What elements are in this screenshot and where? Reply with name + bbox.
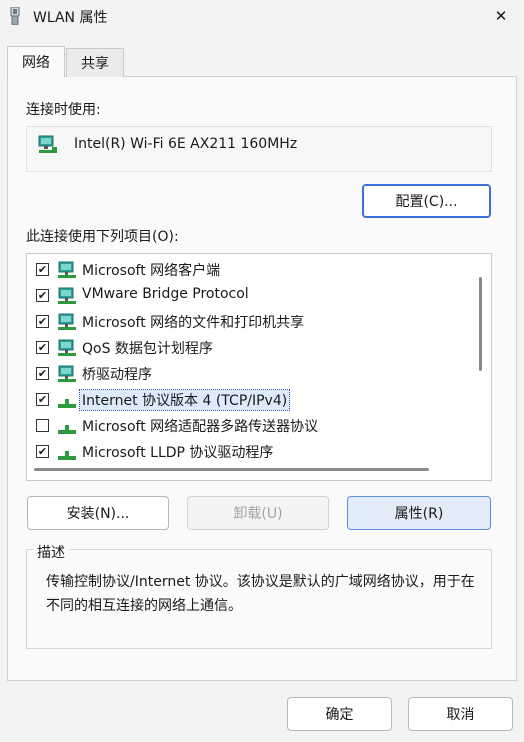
item-label: Microsoft 网络客户端: [82, 263, 221, 279]
connect-using-label: 连接时使用:: [26, 102, 101, 118]
item-checkbox[interactable]: ✔: [36, 445, 49, 458]
close-icon: ✕: [494, 7, 508, 25]
network-service-icon: [58, 339, 76, 356]
item-checkbox[interactable]: ✔: [36, 341, 49, 354]
close-button[interactable]: ✕: [478, 0, 524, 32]
list-item[interactable]: ✔ Microsoft LLDP 协议驱动程序: [27, 439, 491, 465]
list-item[interactable]: ✔ QoS 数据包计划程序: [27, 335, 491, 361]
protocol-icon: [58, 451, 76, 460]
list-item[interactable]: ✔ Microsoft 网络客户端: [27, 257, 491, 283]
network-service-icon: [58, 287, 76, 304]
item-label: 桥驱动程序: [82, 367, 152, 383]
wlan-adapter-icon: [10, 7, 20, 25]
description-text: 传输控制协议/Internet 协议。该协议是默认的广域网络协议，用于在不同的相…: [46, 574, 475, 614]
item-checkbox[interactable]: ✔: [36, 289, 49, 302]
item-checkbox[interactable]: ✔: [36, 263, 49, 276]
uninstall-button[interactable]: 卸载(U): [187, 496, 329, 530]
network-client-icon: [58, 261, 76, 278]
item-checkbox[interactable]: ✔: [36, 393, 49, 406]
properties-button[interactable]: 属性(R): [347, 496, 491, 530]
adapter-name: Intel(R) Wi-Fi 6E AX211 160MHz: [74, 136, 298, 152]
protocol-icon: [58, 399, 76, 408]
network-service-icon: [58, 313, 76, 330]
item-label: Microsoft 网络适配器多路传送器协议: [82, 419, 319, 435]
item-label: QoS 数据包计划程序: [82, 341, 213, 357]
install-button[interactable]: 安装(N)...: [27, 496, 169, 530]
items-label: 此连接使用下列项目(O):: [26, 229, 179, 245]
item-label: Internet 协议版本 4 (TCP/IPv4): [78, 389, 291, 411]
tab-sharing[interactable]: 共享: [66, 48, 124, 77]
list-item[interactable]: ✔ Microsoft 网络的文件和打印机共享: [27, 309, 491, 335]
item-label: Microsoft LLDP 协议驱动程序: [82, 445, 274, 461]
vertical-scrollbar[interactable]: [479, 277, 482, 371]
ok-button[interactable]: 确定: [287, 697, 392, 731]
item-label: VMware Bridge Protocol: [82, 286, 249, 302]
items-list[interactable]: ✔ Microsoft 网络客户端 ✔ VMware Bridge Protoc…: [26, 253, 492, 481]
network-adapter-icon: [38, 135, 57, 153]
cancel-button[interactable]: 取消: [408, 697, 513, 731]
network-service-icon: [58, 365, 76, 382]
item-label: Microsoft 网络的文件和打印机共享: [82, 315, 305, 331]
list-item[interactable]: ✔ VMware Bridge Protocol: [27, 283, 491, 309]
list-item[interactable]: ✔ Internet 协议版本 4 (TCP/IPv4): [27, 387, 491, 413]
configure-button[interactable]: 配置(C)...: [362, 184, 491, 218]
item-checkbox[interactable]: ✔: [36, 315, 49, 328]
window-title: WLAN 属性: [33, 10, 108, 26]
description-legend: 描述: [33, 542, 69, 562]
list-item[interactable]: Microsoft 网络适配器多路传送器协议: [27, 413, 491, 439]
horizontal-scrollbar[interactable]: [34, 468, 429, 471]
tab-network[interactable]: 网络: [7, 46, 65, 77]
protocol-icon: [58, 425, 76, 434]
list-item[interactable]: ✔ 桥驱动程序: [27, 361, 491, 387]
item-checkbox[interactable]: ✔: [36, 367, 49, 380]
item-checkbox[interactable]: [36, 419, 49, 432]
